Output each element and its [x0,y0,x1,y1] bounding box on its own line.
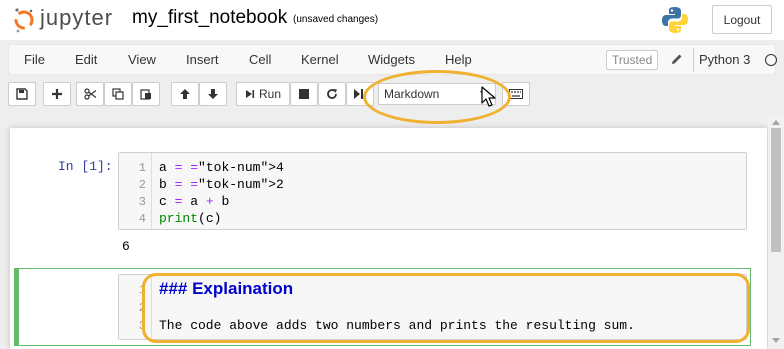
kernel-status-icon [765,54,777,66]
code-line: c = a + b [159,194,230,209]
pencil-icon[interactable] [671,53,683,65]
code-line: b = ="tok-num">2 [159,177,284,192]
keyboard-icon [509,89,523,99]
code-line: a = ="tok-num">4 [159,160,284,175]
menu-edit[interactable]: Edit [75,52,97,67]
cell-output: 6 [122,239,130,254]
scissors-icon [83,88,96,100]
copy-button[interactable] [104,82,132,106]
scroll-thumb[interactable] [771,128,781,252]
menubar: File Edit View Insert Cell Kernel Widget… [8,44,777,75]
run-button[interactable]: Run [236,82,290,106]
line-number: 3 [138,195,146,209]
scroll-up-icon[interactable] [772,120,780,125]
code-line: print(c) [159,211,222,226]
logout-button[interactable]: Logout [712,5,772,34]
line-number-gutter: 1 2 3 4 [119,153,152,229]
line-number: 1 [138,161,146,175]
menu-view[interactable]: View [128,52,156,67]
jupyter-logo-icon[interactable] [12,6,36,34]
menu-file[interactable]: File [24,52,45,67]
save-status: (unsaved changes) [293,14,379,25]
insert-cell-button[interactable] [43,82,71,106]
interrupt-button[interactable] [290,82,318,106]
save-icon [16,88,28,100]
scroll-down-icon[interactable] [772,338,780,343]
highlight-annotation [142,273,750,343]
line-number: 4 [138,212,146,226]
trusted-indicator[interactable]: Trusted [606,50,659,70]
input-prompt: In [1]: [58,159,113,174]
stop-icon [299,89,309,99]
python-logo-icon [662,7,688,33]
run-label: Run [258,87,281,101]
step-forward-icon [245,90,255,98]
paste-button[interactable] [132,82,160,106]
header: jupyter my_first_notebook (unsaved chang… [0,0,784,40]
arrow-down-icon [208,89,218,99]
paste-icon [140,89,151,100]
copy-icon [112,88,124,100]
restart-icon [327,89,337,99]
jupyter-window: jupyter my_first_notebook (unsaved chang… [0,0,784,349]
kernel-name[interactable]: Python 3 [699,52,750,67]
logo-text: jupyter [40,5,114,30]
plus-icon [52,89,62,99]
move-up-button[interactable] [171,82,199,106]
menu-cell[interactable]: Cell [249,52,271,67]
notebook-name[interactable]: my_first_notebook [132,7,287,29]
save-button[interactable] [8,82,36,106]
line-number: 2 [138,178,146,192]
code-cell-input[interactable]: 1 2 3 4 a = ="tok-num">4 b = ="tok-num">… [118,152,747,230]
restart-button[interactable] [318,82,346,106]
cut-button[interactable] [76,82,104,106]
vertical-scrollbar[interactable] [768,114,784,349]
menu-insert[interactable]: Insert [186,52,219,67]
kernel-separator [693,48,694,72]
move-down-button[interactable] [199,82,227,106]
highlight-annotation [363,70,511,124]
menu-help[interactable]: Help [445,52,472,67]
menu-kernel[interactable]: Kernel [301,52,339,67]
arrow-up-icon [180,89,190,99]
menu-widgets[interactable]: Widgets [368,52,415,67]
